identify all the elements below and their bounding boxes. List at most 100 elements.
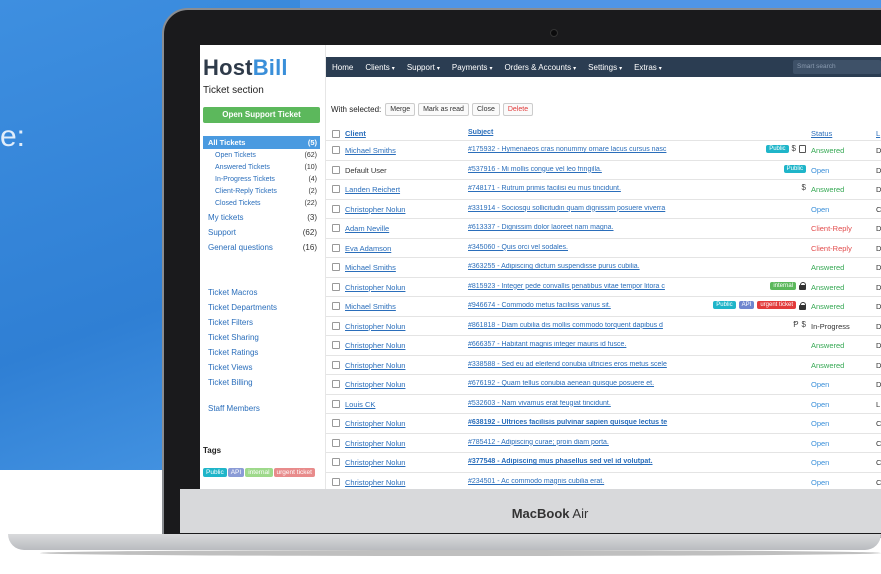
table-row[interactable]: Michael Smiths #175932 - Hymenaeos cras n…	[326, 141, 881, 161]
client-name[interactable]: Louis CK	[345, 400, 375, 409]
client-name[interactable]: Christopher Nolun	[345, 322, 405, 331]
ticket-subject-link[interactable]: #815923 - Integer pede convallis penatib…	[468, 283, 692, 290]
row-checkbox[interactable]	[332, 438, 340, 447]
sidebar-link-ticket-views[interactable]: Ticket Views	[208, 360, 323, 375]
last-column-header[interactable]: L	[876, 129, 880, 138]
nav-menu-clients[interactable]: Clients ▾	[359, 63, 400, 72]
status-column-header[interactable]: Status	[811, 129, 832, 138]
table-row[interactable]: Christopher Nolun #861818 - Diam cubilia …	[326, 317, 881, 336]
client-name[interactable]: Christopher Nolun	[345, 205, 405, 214]
table-row[interactable]: Louis CK #532603 - Nam vivamus erat feugi…	[326, 395, 881, 414]
ticket-subject-link[interactable]: #532603 - Nam vivamus erat feugiat tinci…	[468, 400, 692, 407]
row-checkbox[interactable]	[332, 302, 340, 310]
table-row[interactable]: Christopher Nolun #377548 - Adipiscing mu…	[326, 453, 881, 473]
client-name[interactable]: Michael Smiths	[345, 146, 396, 155]
nav-menu-extras[interactable]: Extras ▾	[628, 63, 668, 72]
ticket-subject-link[interactable]: #175932 - Hymenaeos cras nonummy ornare …	[468, 146, 692, 153]
table-row[interactable]: Christopher Nolun #666357 - Habitant magn…	[326, 336, 881, 356]
client-name[interactable]: Christopher Nolun	[345, 419, 405, 428]
row-checkbox[interactable]	[332, 360, 340, 369]
table-row[interactable]: Christopher Nolun #338588 - Sed eu ad ele…	[326, 356, 881, 375]
ticket-subject-link[interactable]: #748171 - Rutrum primis facilisi eu mus …	[468, 185, 692, 192]
client-name[interactable]: Christopher Nolun	[345, 478, 405, 487]
mark-as-read-button[interactable]: Mark as read	[418, 103, 469, 116]
tag-public[interactable]: Public	[766, 145, 789, 153]
row-checkbox[interactable]	[332, 243, 340, 252]
ticket-subject-link[interactable]: #234501 - Ac commodo magnis cubilia erat…	[468, 478, 692, 485]
row-checkbox[interactable]	[332, 341, 340, 349]
ticket-subject-link[interactable]: #946674 - Commodo metus facilisis varius…	[468, 302, 692, 309]
sidebar-item-client-reply-tickets[interactable]: Client-Reply Tickets (2)	[203, 186, 320, 198]
tag-public[interactable]: Public	[783, 164, 806, 173]
table-row[interactable]: Christopher Nolun #331914 - Sociosqu soll…	[326, 200, 881, 219]
tag-public[interactable]: Public	[713, 301, 736, 309]
tag-api[interactable]: API	[738, 301, 755, 309]
ticket-subject-link[interactable]: #785412 - Adipiscing curae; proin diam p…	[468, 439, 692, 446]
table-row[interactable]: Default User #537916 - Mi mollis congue v…	[326, 161, 881, 180]
sidebar-link-ticket-filters[interactable]: Ticket Filters	[208, 315, 323, 330]
row-checkbox[interactable]	[332, 282, 340, 291]
ticket-subject-link[interactable]: #363255 - Adipiscing dictum suspendisse …	[468, 263, 692, 270]
nav-menu-orders-accounts[interactable]: Orders & Accounts ▾	[498, 63, 582, 72]
sidebar-link-ticket-sharing[interactable]: Ticket Sharing	[208, 330, 323, 345]
nav-menu-support[interactable]: Support ▾	[401, 63, 446, 72]
client-name[interactable]: Michael Smiths	[345, 302, 396, 311]
hostbill-logo[interactable]: HostBill	[203, 55, 288, 81]
merge-button[interactable]: Merge	[385, 103, 416, 116]
sidebar-link-ticket-billing[interactable]: Ticket Billing	[208, 375, 323, 390]
ticket-subject-link[interactable]: #676192 - Quam tellus conubia aenean qui…	[468, 380, 692, 387]
client-name[interactable]: Christopher Nolun	[345, 458, 405, 467]
ticket-subject-link[interactable]: #613337 - Dignissim dolor laoreet nam ma…	[468, 224, 692, 231]
table-row[interactable]: Landen Reichert #748171 - Rutrum primis f…	[326, 180, 881, 200]
sidebar-link-ticket-macros[interactable]: Ticket Macros	[208, 285, 323, 300]
sidebar-item-all-tickets[interactable]: All Tickets (5)	[203, 136, 320, 149]
table-row[interactable]: Michael Smiths #946674 - Commodo metus fa…	[326, 297, 881, 317]
client-name[interactable]: Adam Neville	[345, 224, 389, 233]
table-row[interactable]: Christopher Nolun #815923 - Integer pede …	[326, 278, 881, 297]
nav-menu-settings[interactable]: Settings ▾	[582, 63, 628, 72]
client-name[interactable]: Eva Adamson	[345, 244, 391, 253]
row-checkbox[interactable]	[332, 419, 340, 427]
staff-members-link[interactable]: Staff Members	[208, 404, 260, 413]
row-checkbox[interactable]	[332, 321, 340, 330]
ticket-subject-link[interactable]: #345060 - Quis orci vel sodales.	[468, 244, 692, 251]
row-checkbox[interactable]	[332, 165, 340, 174]
row-checkbox[interactable]	[332, 477, 340, 486]
client-name[interactable]: Michael Smiths	[345, 263, 396, 272]
tag-urgent-ticket[interactable]: urgent ticket	[757, 301, 796, 309]
tag-internal[interactable]: internal	[245, 468, 273, 477]
tag-internal[interactable]: internal	[770, 281, 796, 290]
tag-urgent-ticket[interactable]: urgent ticket	[273, 468, 315, 477]
ticket-subject-link[interactable]: #377548 - Adipiscing mus phasellus sed v…	[468, 458, 692, 465]
table-row[interactable]: Michael Smiths #363255 - Adipiscing dictu…	[326, 258, 881, 278]
row-checkbox[interactable]	[332, 380, 340, 388]
sidebar-item-answered-tickets[interactable]: Answered Tickets (10)	[203, 161, 320, 173]
select-all-checkbox[interactable]	[332, 130, 340, 138]
sidebar-item-in-progress-tickets[interactable]: In-Progress Tickets (4)	[203, 173, 320, 185]
sidebar-item-open-tickets[interactable]: Open Tickets (62)	[203, 149, 320, 161]
ticket-subject-link[interactable]: #638192 - Ultrices facilisis pulvinar sa…	[468, 419, 692, 426]
sidebar-item-support[interactable]: Support (62)	[203, 225, 320, 240]
row-checkbox[interactable]	[332, 224, 340, 232]
row-checkbox[interactable]	[332, 263, 340, 271]
delete-button[interactable]: Delete	[502, 103, 534, 116]
row-checkbox[interactable]	[332, 146, 340, 154]
client-name[interactable]: Christopher Nolun	[345, 361, 405, 370]
nav-menu-payments[interactable]: Payments ▾	[446, 63, 499, 72]
smart-search-input[interactable]: Smart search	[793, 60, 881, 74]
table-row[interactable]: Christopher Nolun #638192 - Ultrices faci…	[326, 414, 881, 434]
subject-column-header[interactable]: Subject	[468, 129, 692, 136]
client-name[interactable]: Christopher Nolun	[345, 341, 405, 350]
table-row[interactable]: Eva Adamson #345060 - Quis orci vel sodal…	[326, 239, 881, 258]
client-name[interactable]: Landen Reichert	[345, 185, 400, 194]
row-checkbox[interactable]	[332, 204, 340, 213]
row-checkbox[interactable]	[332, 185, 340, 193]
row-checkbox[interactable]	[332, 458, 340, 466]
table-row[interactable]: Christopher Nolun #785412 - Adipiscing cu…	[326, 434, 881, 453]
client-column-header[interactable]: Client	[345, 129, 366, 138]
ticket-subject-link[interactable]: #666357 - Habitant magnis integer mauris…	[468, 341, 692, 348]
close-button[interactable]: Close	[471, 103, 500, 116]
sidebar-link-ticket-departments[interactable]: Ticket Departments	[208, 300, 323, 315]
sidebar-item-general-questions[interactable]: General questions (16)	[203, 240, 320, 255]
ticket-subject-link[interactable]: #537916 - Mi mollis congue vel leo fring…	[468, 166, 692, 173]
